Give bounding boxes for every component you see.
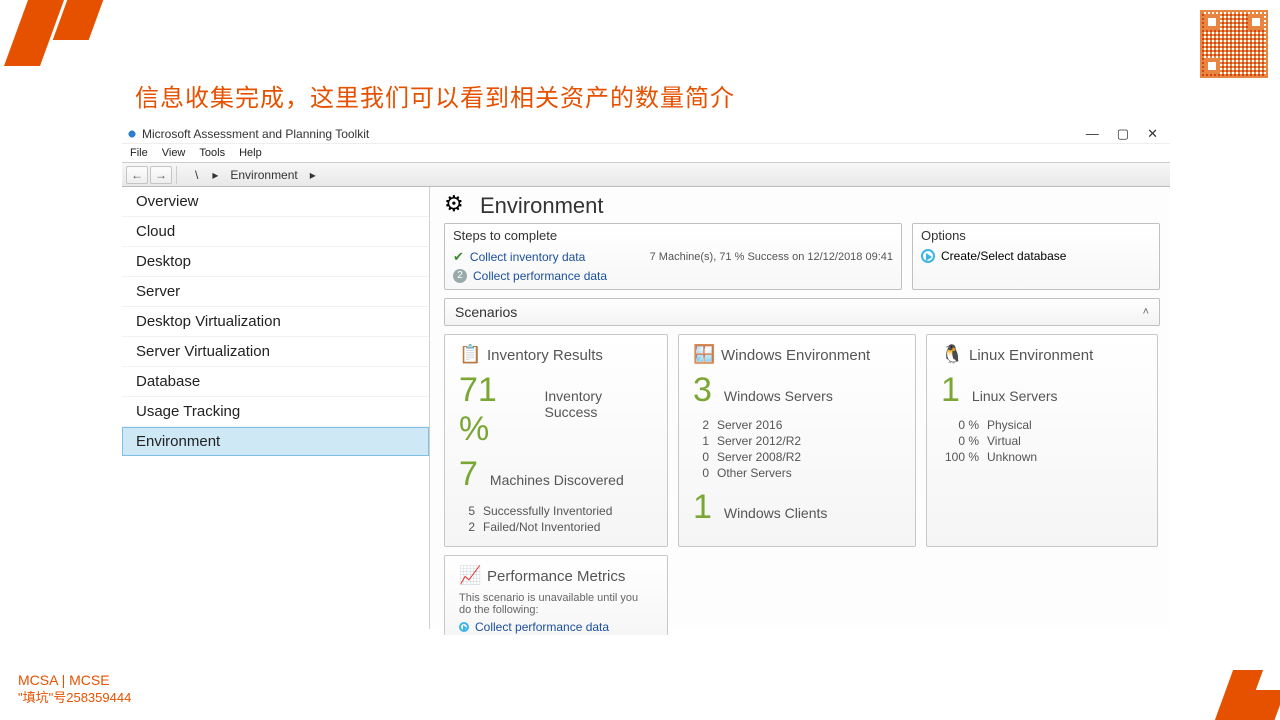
sidebar-item-desktop-virtualization[interactable]: Desktop Virtualization	[122, 307, 429, 337]
title-bar[interactable]: Microsoft Assessment and Planning Toolki…	[122, 125, 1170, 143]
inventory-percent-label: Inventory Success	[545, 388, 654, 420]
check-icon: ✔	[453, 249, 464, 265]
qr-code	[1200, 10, 1268, 78]
inventory-failed-label: Failed/Not Inventoried	[483, 520, 600, 534]
performance-icon: 📈	[459, 566, 479, 586]
performance-desc: This scenario is unavailable until you d…	[459, 592, 653, 616]
footer-line-2: "填坑"号258359444	[18, 687, 131, 706]
menu-tools[interactable]: Tools	[199, 147, 225, 159]
windows-clients-count: 1	[693, 488, 712, 527]
inventory-title: Inventory Results	[487, 347, 603, 364]
inventory-success-label: Successfully Inventoried	[483, 504, 612, 518]
scenarios-label: Scenarios	[455, 304, 517, 320]
sidebar-item-database[interactable]: Database	[122, 367, 429, 397]
sidebar-item-cloud[interactable]: Cloud	[122, 217, 429, 247]
performance-metrics-card[interactable]: 📈 Performance Metrics This scenario is un…	[444, 555, 668, 635]
windows-title: Windows Environment	[721, 347, 870, 364]
windows-servers-count: 3	[693, 371, 712, 410]
menu-help[interactable]: Help	[239, 147, 262, 159]
inventory-results-card[interactable]: 📋 Inventory Results 71 % Inventory Success…	[444, 334, 668, 547]
sidebar-item-overview[interactable]: Overview	[122, 187, 429, 217]
linux-icon: 🐧	[941, 345, 961, 365]
windows-icon: 🪟	[693, 345, 713, 365]
breadcrumb-sep2: ▸	[310, 168, 316, 182]
breadcrumb-current[interactable]: Environment	[230, 168, 297, 182]
options-heading: Options	[913, 224, 1159, 247]
nav-back-button[interactable]: ←	[126, 166, 148, 184]
sidebar-item-environment[interactable]: Environment	[122, 427, 429, 456]
inventory-icon: 📋	[459, 345, 479, 365]
sidebar-item-server[interactable]: Server	[122, 277, 429, 307]
machines-count: 7	[459, 455, 478, 494]
sidebar-item-usage-tracking[interactable]: Usage Tracking	[122, 397, 429, 427]
app-window: Microsoft Assessment and Planning Toolki…	[122, 125, 1170, 635]
play-icon	[921, 249, 935, 263]
create-select-database-link[interactable]: Create/Select database	[941, 249, 1066, 263]
windows-servers-label: Windows Servers	[724, 388, 833, 404]
minimize-button[interactable]: —	[1086, 126, 1099, 142]
breadcrumb-bar: ← → \ ▸ Environment ▸	[122, 163, 1170, 187]
slide-title: 信息收集完成，这里我们可以看到相关资产的数量简介	[135, 78, 735, 113]
breadcrumb-root[interactable]: \	[195, 168, 198, 182]
menu-bar: File View Tools Help	[122, 143, 1170, 163]
breadcrumb-sep1: ▸	[212, 168, 218, 182]
step-status: 7 Machine(s), 71 % Success on 12/12/2018…	[650, 251, 893, 263]
linux-servers-label: Linux Servers	[972, 388, 1058, 404]
maximize-button[interactable]: ▢	[1117, 126, 1129, 142]
gear-group-icon: ⚙	[444, 193, 470, 219]
windows-environment-card[interactable]: 🪟Windows Environment 3Windows Servers 2S…	[678, 334, 916, 547]
inventory-percent: 71 %	[459, 371, 533, 449]
close-button[interactable]: ✕	[1147, 126, 1158, 142]
performance-title: Performance Metrics	[487, 568, 625, 585]
performance-collect-link[interactable]: Collect performance data	[475, 620, 609, 634]
step-number-2-icon: 2	[453, 269, 467, 283]
sidebar: Overview Cloud Desktop Server Desktop Vi…	[122, 187, 430, 629]
play-small-icon	[459, 622, 469, 632]
sidebar-item-server-virtualization[interactable]: Server Virtualization	[122, 337, 429, 367]
menu-view[interactable]: View	[162, 147, 186, 159]
linux-servers-count: 1	[941, 371, 960, 410]
chevron-up-icon: ˄	[1143, 306, 1149, 318]
linux-title: Linux Environment	[969, 347, 1093, 364]
window-title: Microsoft Assessment and Planning Toolki…	[142, 127, 369, 141]
app-icon	[126, 128, 138, 140]
steps-heading: Steps to complete	[445, 224, 901, 247]
windows-clients-label: Windows Clients	[724, 505, 827, 521]
machines-label: Machines Discovered	[490, 472, 624, 488]
content-area: ⚙ Environment Steps to complete ✔ Collec…	[430, 187, 1170, 629]
scenarios-header[interactable]: Scenarios ˄	[444, 298, 1160, 326]
linux-environment-card[interactable]: 🐧Linux Environment 1Linux Servers 0 %Phy…	[926, 334, 1158, 547]
sidebar-item-desktop[interactable]: Desktop	[122, 247, 429, 277]
step-collect-inventory[interactable]: Collect inventory data	[470, 250, 585, 264]
menu-file[interactable]: File	[130, 147, 148, 159]
page-title: Environment	[480, 193, 604, 219]
nav-forward-button[interactable]: →	[150, 166, 172, 184]
options-panel: Options Create/Select database	[912, 223, 1160, 290]
step-collect-performance[interactable]: Collect performance data	[473, 269, 607, 283]
steps-panel: Steps to complete ✔ Collect inventory da…	[444, 223, 902, 290]
footer-line-1: MCSA | MCSE	[18, 672, 110, 688]
